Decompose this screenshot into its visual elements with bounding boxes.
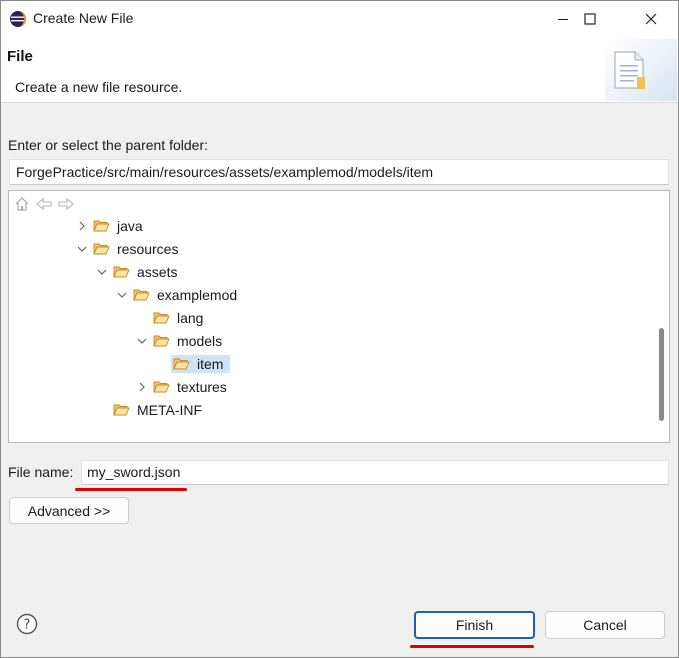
tree-item-models[interactable]: models (135, 330, 225, 352)
tree-item-meta-inf[interactable]: META-INF (113, 399, 205, 421)
title-bar: Create New File (1, 1, 678, 37)
tree-scrollbar[interactable] (655, 191, 669, 442)
folder-open-icon (153, 335, 170, 347)
folder-open-icon (113, 404, 130, 416)
red-annotation-underline-finish (410, 645, 534, 648)
eclipse-icon (10, 11, 26, 27)
folder-open-icon (93, 243, 110, 255)
tree-item-label: META-INF (137, 402, 203, 418)
tree-item-label: resources (117, 241, 179, 257)
chevron-right-icon[interactable] (135, 376, 149, 398)
tree-item-label: models (177, 333, 223, 349)
wizard-banner: File Create a new file resource. (1, 37, 678, 103)
tree-item-resources[interactable]: resources (75, 238, 181, 260)
tree-item-java[interactable]: java (75, 215, 146, 237)
chevron-right-icon[interactable] (75, 215, 89, 237)
svg-text:?: ? (24, 618, 31, 633)
selection-highlight: item (171, 355, 231, 373)
file-name-label: File name: (8, 464, 74, 480)
folder-open-icon (93, 220, 110, 232)
back-arrow-icon[interactable] (35, 195, 53, 213)
tree-item-examplemod[interactable]: examplemod (115, 284, 240, 306)
tree-item-item[interactable]: item (171, 353, 231, 375)
finish-button[interactable]: Finish (414, 611, 535, 639)
tree-item-textures[interactable]: textures (135, 376, 230, 398)
tree-item-label: assets (137, 264, 178, 280)
create-new-file-dialog: Create New File File Create a new file r… (0, 0, 679, 658)
file-name-input[interactable]: my_sword.json (81, 460, 669, 485)
folder-open-icon (133, 289, 150, 301)
close-button[interactable] (628, 1, 674, 37)
advanced-button[interactable]: Advanced >> (9, 497, 129, 524)
tree-item-label: java (117, 218, 143, 234)
help-question-icon[interactable]: ? (16, 613, 38, 635)
close-icon (645, 13, 657, 25)
window-title: Create New File (33, 10, 134, 26)
scrollbar-thumb[interactable] (659, 328, 664, 421)
cancel-button[interactable]: Cancel (545, 611, 665, 639)
tree-item-label: textures (177, 379, 227, 395)
home-icon[interactable] (13, 195, 31, 213)
chevron-down-icon[interactable] (135, 330, 149, 352)
red-annotation-underline-filename (75, 488, 187, 491)
tree-item-label: lang (177, 310, 204, 326)
folder-open-icon (153, 381, 170, 393)
forward-arrow-icon[interactable] (57, 195, 75, 213)
banner-title: File (7, 48, 33, 65)
parent-folder-label: Enter or select the parent folder: (8, 137, 208, 153)
folder-tree[interactable]: java resources assets examplemod lang mo… (8, 190, 670, 443)
maximize-button[interactable] (567, 1, 613, 37)
tree-item-lang[interactable]: lang (153, 307, 206, 329)
tree-item-assets[interactable]: assets (95, 261, 180, 283)
folder-open-icon (113, 266, 130, 278)
chevron-down-icon[interactable] (95, 261, 109, 283)
folder-open-icon (173, 358, 190, 370)
chevron-down-icon[interactable] (75, 238, 89, 260)
tree-toolbar (13, 195, 75, 213)
tree-item-label: item (197, 356, 224, 372)
tree-item-label: examplemod (157, 287, 238, 303)
banner-description: Create a new file resource. (15, 79, 183, 95)
chevron-down-icon[interactable] (115, 284, 129, 306)
maximize-icon (584, 13, 596, 25)
parent-folder-input[interactable]: ForgePractice/src/main/resources/assets/… (9, 159, 669, 185)
folder-open-icon (153, 312, 170, 324)
new-file-document-icon (614, 51, 645, 89)
